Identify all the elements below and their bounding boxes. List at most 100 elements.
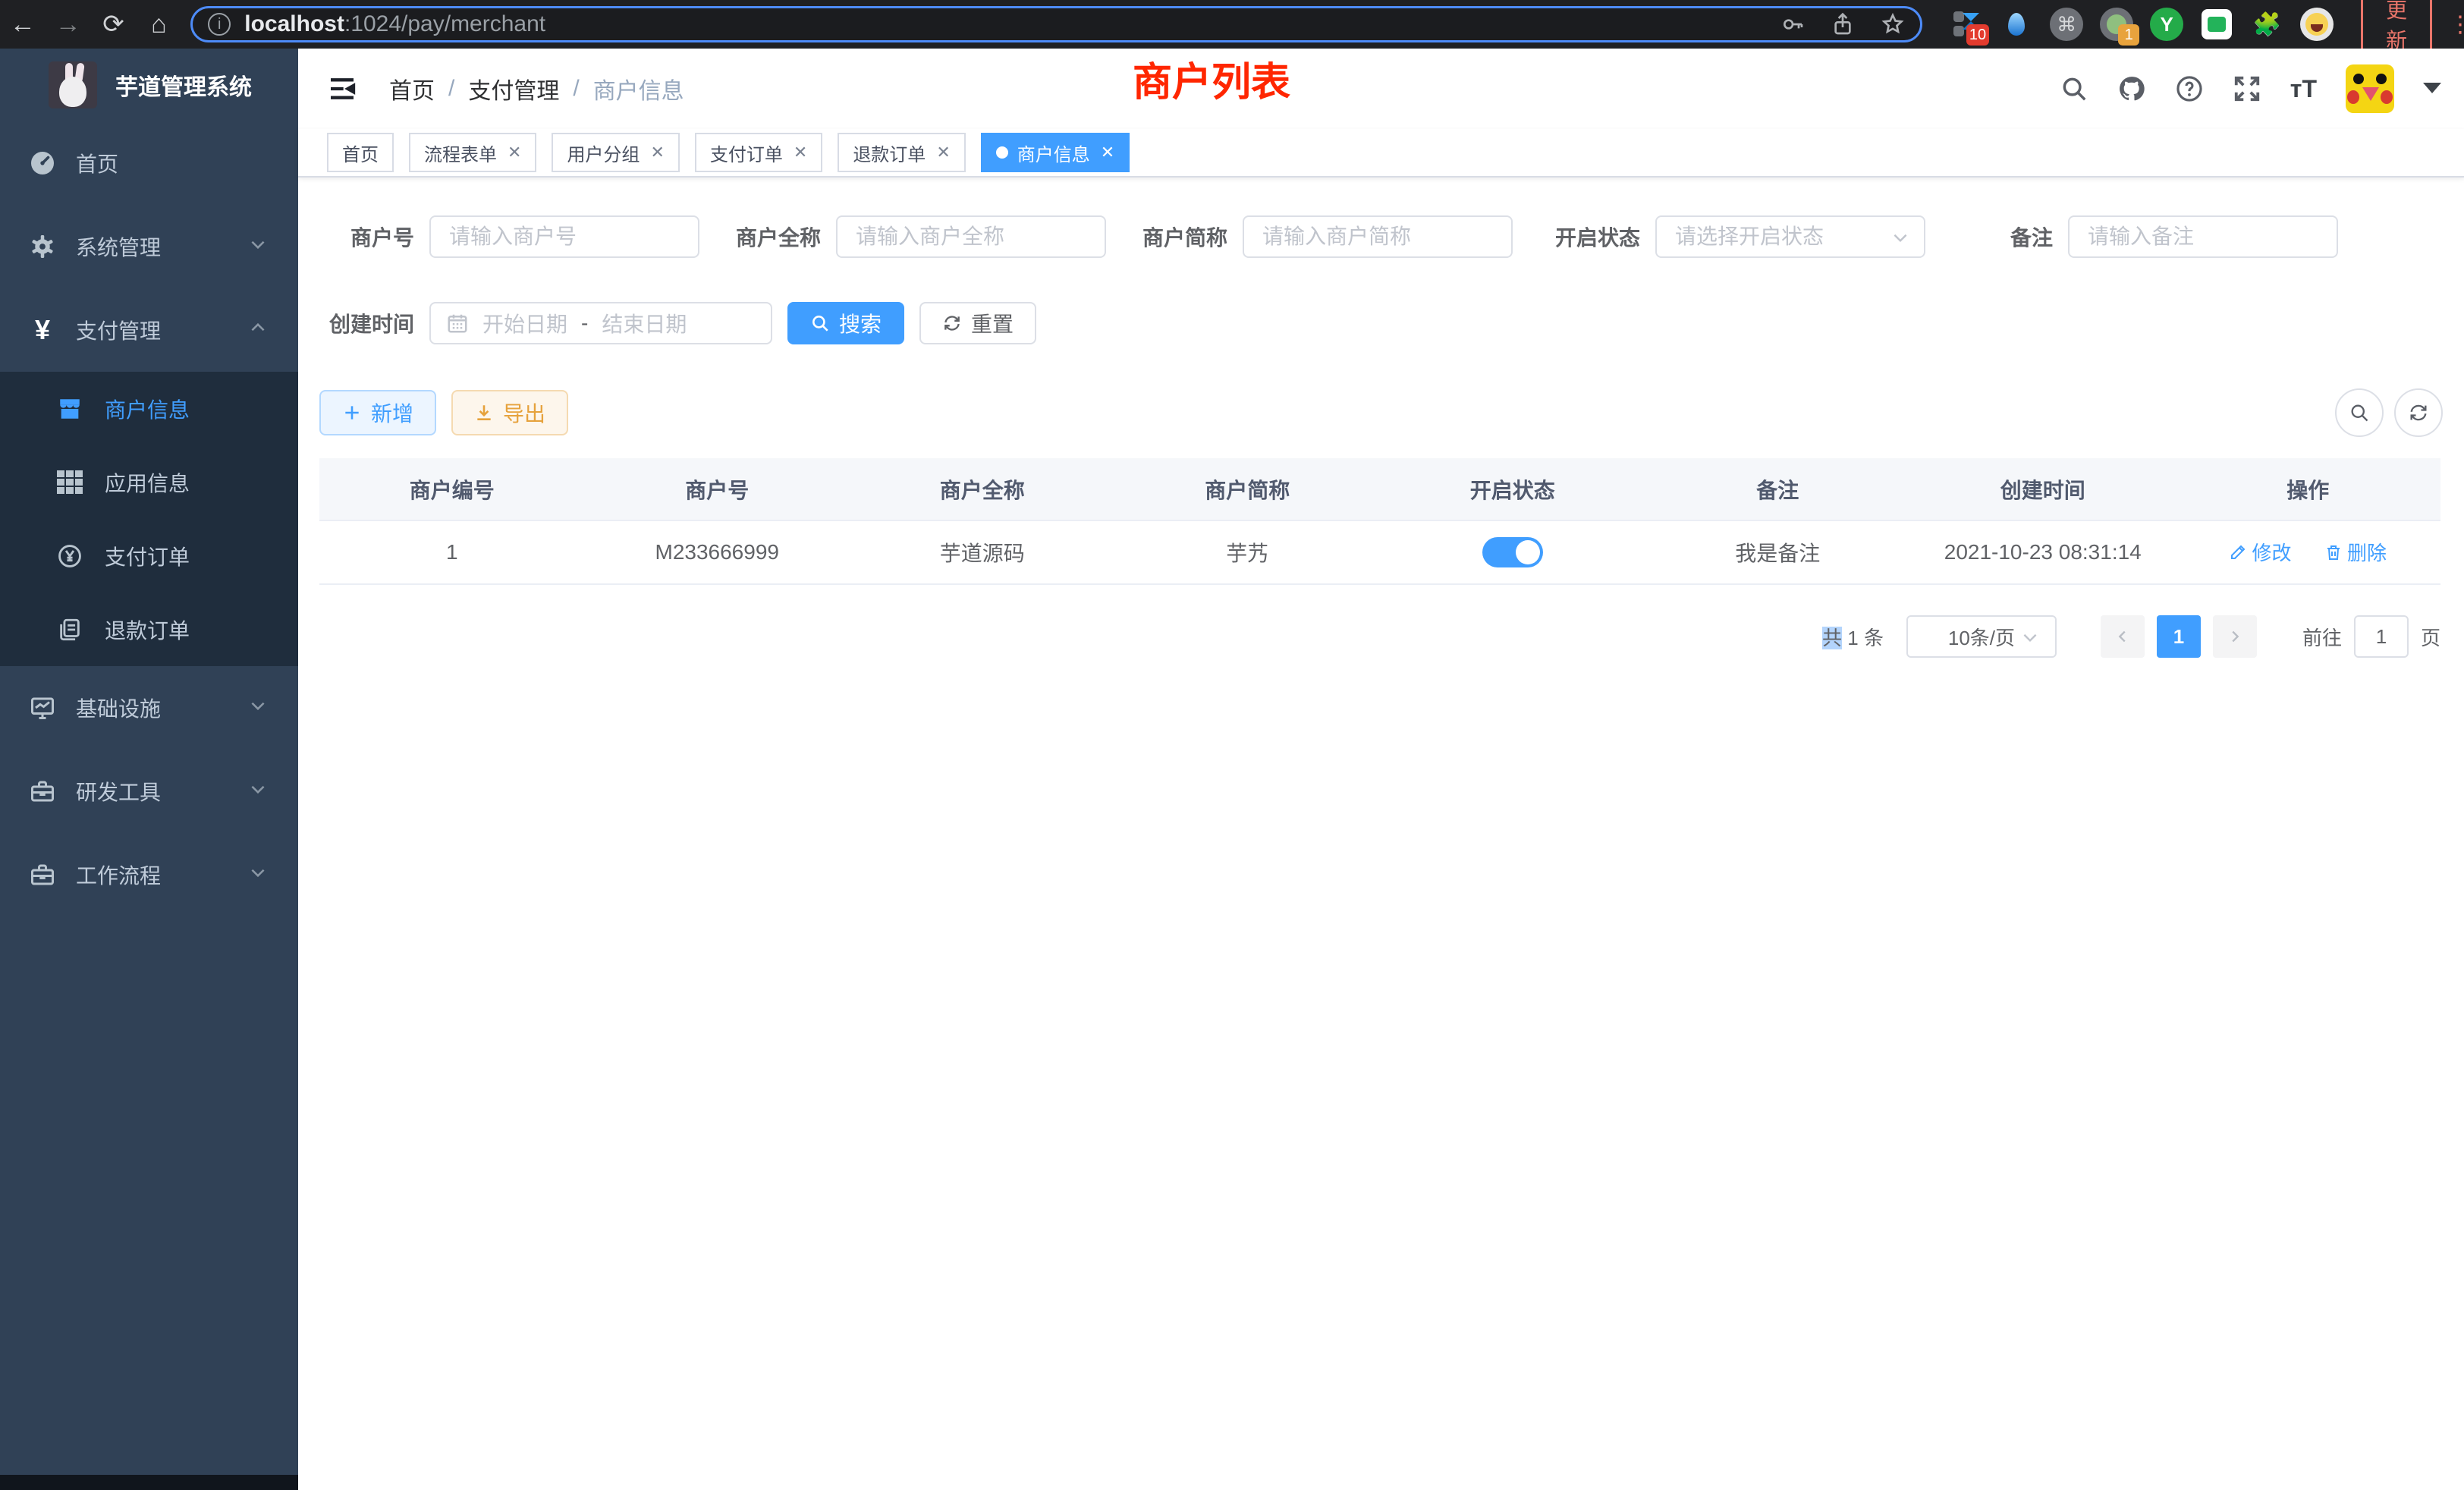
extension-dot-icon[interactable]: 1 bbox=[2100, 8, 2133, 41]
close-icon[interactable]: ✕ bbox=[650, 143, 664, 162]
avatar-caret-icon[interactable] bbox=[2423, 83, 2441, 102]
tab-refund-order[interactable]: 退款订单✕ bbox=[838, 133, 965, 172]
refresh-table-button[interactable] bbox=[2394, 388, 2443, 437]
briefcase-icon bbox=[27, 861, 58, 888]
close-icon[interactable]: ✕ bbox=[936, 143, 950, 162]
page-number-1[interactable]: 1 bbox=[2157, 615, 2201, 658]
breadcrumb-payment[interactable]: 支付管理 bbox=[468, 72, 559, 105]
help-icon[interactable] bbox=[2175, 74, 2204, 103]
extension-grid-icon[interactable]: 10 bbox=[1950, 8, 1983, 41]
chevron-down-icon bbox=[248, 863, 268, 888]
browser-home-icon[interactable]: ⌂ bbox=[136, 10, 181, 39]
date-start-placeholder[interactable]: 开始日期 bbox=[482, 308, 567, 338]
user-avatar[interactable] bbox=[2346, 64, 2394, 113]
date-end-placeholder[interactable]: 结束日期 bbox=[602, 308, 687, 338]
page-size-select[interactable]: 10条/页 bbox=[1906, 615, 2057, 658]
tab-home[interactable]: 首页 bbox=[327, 133, 394, 172]
status-select[interactable] bbox=[1655, 215, 1925, 258]
remark-input[interactable] bbox=[2068, 215, 2338, 258]
show-search-toggle-button[interactable] bbox=[2335, 388, 2384, 437]
add-button[interactable]: 新增 bbox=[319, 390, 436, 435]
browser-back-icon[interactable]: ← bbox=[0, 10, 46, 39]
page-unit-label: 页 bbox=[2421, 623, 2440, 651]
calendar-icon bbox=[446, 312, 469, 335]
password-key-icon[interactable] bbox=[1780, 12, 1805, 36]
sidebar-item-infra[interactable]: 基础设施 bbox=[0, 666, 298, 750]
sidebar-item-label: 研发工具 bbox=[76, 776, 161, 806]
extension-badge: 1 bbox=[2118, 24, 2139, 46]
extensions-puzzle-icon[interactable]: 🧩 bbox=[2250, 8, 2283, 41]
total-unit: 条 bbox=[1864, 627, 1884, 649]
filter-row-2: 创建时间 开始日期 - 结束日期 搜索 重置 bbox=[319, 302, 2443, 344]
pagination: 共 1 条 10条/页 1 前往 页 bbox=[319, 615, 2440, 658]
bookmark-star-icon[interactable] bbox=[1881, 12, 1905, 36]
total-count: 1 bbox=[1847, 627, 1858, 649]
delete-link[interactable]: 删除 bbox=[2324, 538, 2387, 566]
font-size-icon[interactable]: ᴛT bbox=[2290, 75, 2317, 103]
sidebar-item-dev-tools[interactable]: 研发工具 bbox=[0, 750, 298, 833]
goto-page-input[interactable] bbox=[2354, 615, 2409, 658]
export-button[interactable]: 导出 bbox=[451, 390, 568, 435]
status-label: 开启状态 bbox=[1555, 222, 1640, 252]
next-page-button[interactable] bbox=[2213, 615, 2257, 658]
browser-reload-icon[interactable]: ⟳ bbox=[91, 9, 137, 39]
search-button[interactable]: 搜索 bbox=[787, 302, 904, 344]
app-logo[interactable]: 芋道管理系统 bbox=[0, 49, 298, 121]
tab-merchant-info[interactable]: 商户信息✕ bbox=[981, 133, 1130, 172]
profile-emoji-icon[interactable] bbox=[2300, 8, 2334, 41]
full-name-input[interactable] bbox=[836, 215, 1106, 258]
address-bar[interactable]: i localhost:1024/pay/merchant bbox=[190, 6, 1922, 42]
sidebar-item-label: 基础设施 bbox=[76, 693, 161, 723]
short-name-input[interactable] bbox=[1243, 215, 1513, 258]
sidebar-item-payment[interactable]: ¥ 支付管理 bbox=[0, 288, 298, 372]
browser-forward-icon[interactable]: → bbox=[46, 10, 91, 39]
collapse-sidebar-icon[interactable] bbox=[327, 74, 357, 104]
cell-short-name: 芋艿 bbox=[1115, 520, 1381, 584]
column-header: 备注 bbox=[1645, 458, 1911, 520]
edit-link-label: 修改 bbox=[2252, 538, 2291, 566]
browser-menu-icon[interactable]: ⋮ bbox=[2449, 11, 2464, 38]
share-icon[interactable] bbox=[1831, 12, 1855, 36]
sidebar-item-pay-order[interactable]: 支付订单 bbox=[0, 519, 298, 593]
close-icon[interactable]: ✕ bbox=[1101, 143, 1114, 162]
extension-balloon-icon[interactable] bbox=[2000, 8, 2033, 41]
breadcrumb-home[interactable]: 首页 bbox=[389, 72, 435, 105]
sidebar-item-label: 工作流程 bbox=[76, 860, 161, 890]
status-select-input[interactable] bbox=[1655, 215, 1925, 258]
edit-link[interactable]: 修改 bbox=[2229, 538, 2291, 566]
merchant-no-input[interactable] bbox=[429, 215, 699, 258]
toolbox-icon bbox=[27, 778, 58, 805]
extension-y-icon[interactable]: Y bbox=[2150, 8, 2183, 41]
sidebar-item-workflow[interactable]: 工作流程 bbox=[0, 833, 298, 916]
tab-pay-order[interactable]: 支付订单✕ bbox=[695, 133, 822, 172]
tab-label: 流程表单 bbox=[424, 140, 497, 166]
tab-process-form[interactable]: 流程表单 ✕ bbox=[409, 133, 536, 172]
status-toggle[interactable] bbox=[1482, 537, 1543, 567]
search-button-label: 搜索 bbox=[839, 308, 882, 338]
search-icon[interactable] bbox=[2060, 74, 2088, 103]
cell-create-time: 2021-10-23 08:31:14 bbox=[1910, 520, 2176, 584]
sidebar-item-label: 首页 bbox=[76, 148, 118, 178]
sidebar-item-home[interactable]: 首页 bbox=[0, 121, 298, 205]
extension-command-icon[interactable]: ⌘ bbox=[2050, 8, 2083, 41]
sidebar-item-label: 商户信息 bbox=[105, 394, 190, 424]
reset-button[interactable]: 重置 bbox=[919, 302, 1036, 344]
github-icon[interactable] bbox=[2117, 74, 2146, 103]
sidebar-item-system[interactable]: 系统管理 bbox=[0, 205, 298, 288]
extension-chat-icon[interactable] bbox=[2200, 8, 2233, 41]
close-icon[interactable]: ✕ bbox=[508, 143, 521, 162]
tab-user-group[interactable]: 用户分组✕ bbox=[552, 133, 679, 172]
site-info-icon[interactable]: i bbox=[208, 13, 231, 36]
sidebar-item-label: 应用信息 bbox=[105, 467, 190, 498]
create-time-range-picker[interactable]: 开始日期 - 结束日期 bbox=[429, 302, 772, 344]
fullscreen-icon[interactable] bbox=[2233, 74, 2261, 103]
goto-label: 前往 bbox=[2302, 623, 2342, 651]
url-text[interactable]: localhost:1024/pay/merchant bbox=[244, 11, 1755, 37]
prev-page-button[interactable] bbox=[2101, 615, 2145, 658]
export-button-label: 导出 bbox=[503, 398, 545, 428]
url-path: :1024/pay/merchant bbox=[344, 11, 545, 36]
sidebar-item-refund-order[interactable]: 退款订单 bbox=[0, 593, 298, 666]
sidebar-item-merchant-info[interactable]: 商户信息 bbox=[0, 372, 298, 445]
sidebar-item-app-info[interactable]: 应用信息 bbox=[0, 445, 298, 519]
close-icon[interactable]: ✕ bbox=[794, 143, 807, 162]
